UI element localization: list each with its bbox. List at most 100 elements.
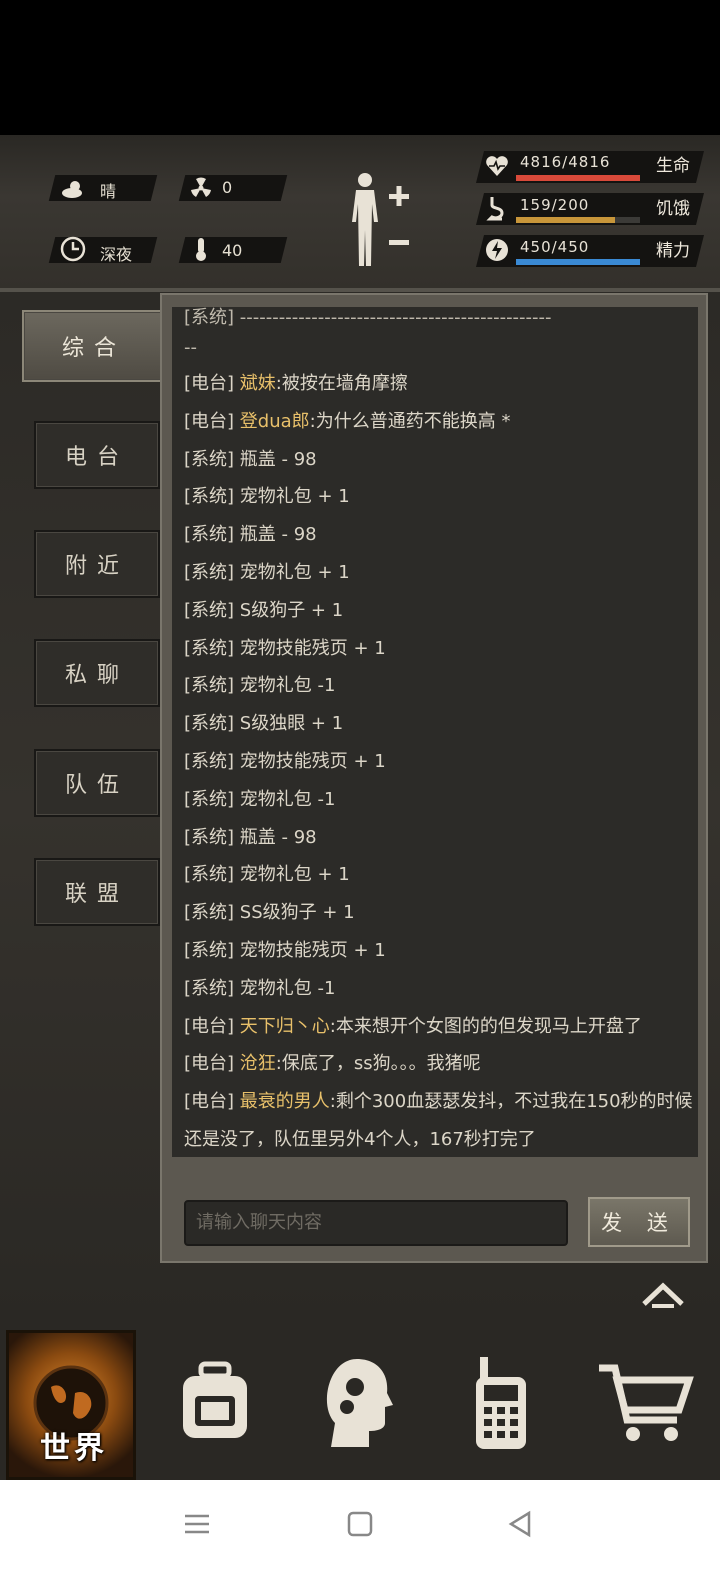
- nav-world-label: 世界: [40, 1431, 108, 1466]
- chat-channel-tag: [系统]: [184, 940, 235, 961]
- radiation-value: 0: [222, 178, 233, 197]
- chat-channel-tag: [系统]: [184, 599, 235, 621]
- nav-shop-button[interactable]: [580, 1330, 710, 1480]
- chat-message: [系统] 宠物技能残页 + 1: [184, 932, 694, 970]
- character-body-button[interactable]: [345, 170, 415, 270]
- chat-message-text: 宠物技能残页 + 1: [239, 637, 386, 659]
- system-nav-bar: [0, 1480, 720, 1584]
- chat-message-text: 宠物技能残页 + 1: [239, 940, 386, 961]
- nav-backpack-button[interactable]: [150, 1330, 280, 1480]
- hunger-value: 159/200: [520, 196, 590, 214]
- chat-message: [系统] SS级狗子 + 1: [184, 894, 694, 932]
- chat-message-text: :本来想开个女图的的但发现马上开盘了: [329, 1015, 642, 1037]
- chat-message: [系统] 宠物礼包 -1: [184, 970, 694, 1008]
- chat-channel-tag: [电台]: [184, 1053, 235, 1075]
- chat-channel-tag: [系统]: [184, 713, 235, 735]
- energy-icon: [484, 237, 510, 263]
- hunger-label: 饥饿: [656, 199, 690, 219]
- chat-message-text: 瓶盖 - 98: [239, 448, 317, 470]
- chat-channel-tag: [系统]: [184, 637, 235, 659]
- weather-value: 晴: [100, 182, 117, 201]
- divider: [0, 288, 720, 292]
- chat-message: [电台] 登dua郎:为什么普通药不能换高 *: [184, 403, 694, 441]
- chat-message: [电台] 最衰的男人:剩个300血瑟瑟发抖，不过我在150秒的时候还是没了，队伍…: [184, 1083, 694, 1157]
- chat-message-text: S级独眼 + 1: [239, 713, 344, 735]
- chat-message-text: :为什么普通药不能换高 *: [309, 410, 511, 432]
- health-label: 生命: [656, 156, 690, 176]
- chat-channel-tag: [电台]: [184, 1015, 235, 1037]
- chat-channel-tag: [系统]: [184, 826, 235, 848]
- tab-nearby[interactable]: 附近: [34, 530, 160, 598]
- energy-label: 精力: [656, 241, 690, 261]
- chat-sender-name[interactable]: 斌妹: [240, 373, 276, 394]
- chat-message-text: SS级狗子 + 1: [239, 902, 355, 924]
- tab-radio[interactable]: 电台: [34, 421, 160, 489]
- chat-channel-tag: [系统]: [184, 486, 235, 508]
- menu-icon[interactable]: [183, 1510, 211, 1542]
- chat-message-text: :保底了，ss狗。。。我猪呢: [275, 1053, 481, 1075]
- chat-message-text: 宠物礼包 + 1: [239, 562, 350, 583]
- chat-message: [系统] 瓶盖 - 98: [184, 441, 694, 479]
- chat-channel-tag: [电台]: [184, 1091, 235, 1113]
- cloud-sun-icon: [60, 175, 86, 201]
- chat-message: [系统] S级独眼 + 1: [184, 705, 694, 743]
- chat-message: [电台] 斌妹:被按在墙角摩擦: [184, 365, 694, 403]
- chat-channel-tag: [系统]: [184, 524, 235, 546]
- shopping-cart-icon: [595, 1358, 695, 1452]
- nav-radio-button[interactable]: [436, 1330, 566, 1480]
- collapse-up-icon[interactable]: [640, 1278, 686, 1308]
- chat-message: [系统] 宠物礼包 -1: [184, 781, 694, 819]
- nav-skills-button[interactable]: [292, 1330, 422, 1480]
- nav-world-button[interactable]: 世界: [6, 1330, 136, 1480]
- chat-message-text: 宠物技能残页 + 1: [239, 751, 386, 772]
- tab-general[interactable]: 综合: [22, 310, 166, 382]
- tab-private[interactable]: 私聊: [34, 639, 160, 707]
- chat-log[interactable]: [系统] -----------------------------------…: [172, 307, 698, 1157]
- chat-message: [系统] 宠物礼包 + 1: [184, 478, 694, 516]
- chat-channel-tag: [系统]: [184, 864, 235, 886]
- chat-message-text: 瓶盖 - 98: [239, 524, 317, 546]
- chat-sender-name[interactable]: 登dua郎: [240, 411, 310, 432]
- chat-channel-tag: [系统]: [184, 788, 235, 810]
- energy-bar: [516, 259, 640, 265]
- hunger-bar: [516, 217, 640, 223]
- radiation-icon: [188, 175, 214, 201]
- chat-message-text: 宠物礼包 -1: [239, 788, 336, 810]
- backpack-icon: [175, 1358, 255, 1452]
- chat-message: [系统] 宠物礼包 -1: [184, 667, 694, 705]
- temperature-value: 40: [222, 241, 243, 260]
- tab-alliance[interactable]: 联盟: [34, 858, 160, 926]
- health-bar: [516, 175, 640, 181]
- chat-sender-name[interactable]: 沧狂: [240, 1053, 276, 1074]
- chat-message-text: 宠物礼包 + 1: [239, 486, 350, 508]
- chat-panel: [系统] -----------------------------------…: [160, 293, 708, 1263]
- heart-icon: [484, 153, 510, 179]
- chat-message-text: S级狗子 + 1: [239, 599, 344, 621]
- back-icon[interactable]: [506, 1510, 534, 1542]
- chat-channel-tag: [系统]: [184, 977, 235, 999]
- tab-team[interactable]: 队伍: [34, 749, 160, 817]
- health-value: 4816/4816: [520, 153, 611, 171]
- stomach-icon: [484, 195, 510, 221]
- home-icon[interactable]: [346, 1510, 374, 1542]
- chat-sender-name[interactable]: 最衰的男人: [240, 1091, 330, 1112]
- chat-message-text: 宠物礼包 -1: [239, 675, 336, 697]
- chat-message-text: :被按在墙角摩擦: [275, 373, 408, 394]
- energy-value: 450/450: [520, 238, 590, 256]
- chat-channel-tag: [系统]: [184, 448, 235, 470]
- status-bar: [0, 0, 720, 135]
- chat-message: [系统] 宠物礼包 + 1: [184, 856, 694, 894]
- hud-panel: 晴 0 深夜 40 4816/4816 生命 159/200 饥饿 450/45…: [0, 135, 720, 288]
- chat-channel-tag: [电台]: [184, 410, 235, 432]
- chat-message-text: 宠物礼包 -1: [239, 977, 336, 999]
- chat-message: [系统] 瓶盖 - 98: [184, 516, 694, 554]
- chat-channel-tag: [系统]: [184, 902, 235, 924]
- chat-channel-tag: [系统]: [184, 751, 235, 772]
- send-button[interactable]: 发 送: [588, 1197, 690, 1247]
- chat-input[interactable]: 请输入聊天内容: [184, 1200, 568, 1246]
- chat-message: [系统] S级狗子 + 1: [184, 592, 694, 630]
- chat-channel-tag: [系统]: [184, 675, 235, 697]
- chat-message: [系统] 宠物礼包 + 1: [184, 554, 694, 592]
- chat-sender-name[interactable]: 天下归丶心: [240, 1016, 330, 1037]
- chat-channel-tag: [电台]: [184, 373, 235, 394]
